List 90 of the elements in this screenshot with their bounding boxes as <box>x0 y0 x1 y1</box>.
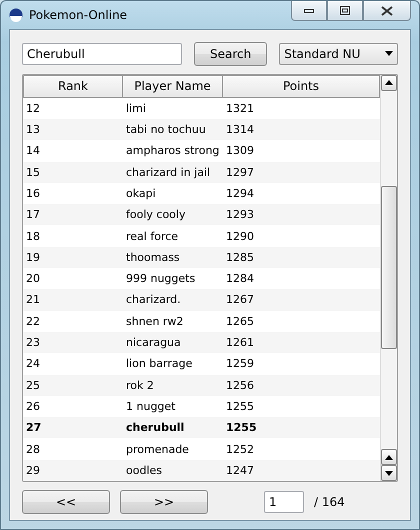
rank-cell-text: 26 <box>25 400 41 413</box>
rank-cell-text: 20 <box>25 272 41 286</box>
table-row[interactable]: 25 rok 2 1256 <box>23 374 380 396</box>
rank-cell-text: 12 <box>25 102 41 115</box>
points-cell-text: 1267 <box>225 293 255 306</box>
rank-cell-text: 25 <box>25 378 41 392</box>
scroll-up-button[interactable] <box>381 449 397 465</box>
points-cell-text: 1294 <box>225 186 255 200</box>
player-name-cell-text: real force <box>125 230 180 243</box>
points-cell-text: 1259 <box>225 357 255 370</box>
rank-cell-text: 21 <box>25 293 41 306</box>
points-cell-text: 1255 <box>225 421 258 434</box>
rank-cell-text: 15 <box>25 166 41 179</box>
player-name-cell-text: fooly cooly <box>125 208 186 222</box>
player-name-cell-text: charizard in jail <box>125 166 212 179</box>
close-button[interactable] <box>363 1 411 21</box>
rank-cell-text: 14 <box>25 144 41 158</box>
minimize-button[interactable] <box>291 1 327 21</box>
player-name-cell-text: rok 2 <box>125 378 155 392</box>
player-name-cell-text: cherubull <box>125 421 186 434</box>
rank-cell-text: 29 <box>25 464 41 477</box>
maximize-icon <box>340 6 350 15</box>
player-name-cell-text: oodles <box>125 464 163 477</box>
close-icon <box>381 6 393 16</box>
column-header[interactable]: Points <box>223 74 380 98</box>
table-row[interactable]: 15 charizard in jail 1297 <box>23 162 380 183</box>
player-name-cell-text: 999 nuggets <box>125 272 196 286</box>
points-cell-text: 1321 <box>225 102 255 115</box>
rank-cell-text: 17 <box>25 208 41 222</box>
rank-cell-text: 28 <box>25 442 41 456</box>
player-name-cell-text: promenade <box>125 442 190 456</box>
player-name-cell-text: okapi <box>125 186 157 200</box>
maximize-button[interactable] <box>327 1 363 21</box>
table-row[interactable]: 27 cherubull 1255 <box>23 417 380 438</box>
player-name-cell-text: thoomass <box>125 250 181 264</box>
scroll-down-button[interactable] <box>381 465 397 481</box>
next-page-button[interactable]: >> <box>120 490 208 514</box>
column-header[interactable]: Rank <box>23 74 123 98</box>
points-cell-text: 1247 <box>225 464 255 477</box>
table-row[interactable]: 19 thoomass 1285 <box>23 246 380 268</box>
points-cell-text: 1314 <box>225 123 255 136</box>
search-button[interactable]: Search <box>194 42 268 66</box>
rank-cell-text: 24 <box>25 357 41 370</box>
player-name-cell-text: 1 nugget <box>125 400 176 413</box>
rank-cell-text: 16 <box>25 186 41 200</box>
points-cell-text: 1252 <box>225 442 255 456</box>
previous-page-button[interactable]: << <box>22 490 110 514</box>
rank-cell-text: 27 <box>25 421 42 434</box>
page-number-field[interactable]: 1 <box>264 491 304 513</box>
up-arrow-icon <box>385 80 393 86</box>
player-name-cell-text: tabi no tochuu <box>125 123 207 136</box>
scroll-up-button[interactable] <box>381 74 397 91</box>
minimize-icon <box>304 8 314 12</box>
points-cell-text: 1284 <box>225 272 255 286</box>
player-name-cell-text: charizard. <box>125 293 182 306</box>
table-row[interactable]: 23 nicaragua 1261 <box>23 332 380 354</box>
points-cell-text: 1309 <box>225 144 255 158</box>
tier-dropdown[interactable]: Standard NU <box>279 42 398 65</box>
rank-cell-text: 22 <box>25 314 41 328</box>
points-cell-text: 1255 <box>225 400 255 413</box>
points-cell-text: 1297 <box>225 166 255 179</box>
points-cell-text: 1285 <box>225 250 255 264</box>
rank-cell-text: 23 <box>25 336 41 350</box>
table-row[interactable]: 29 oodles 1247 <box>23 460 380 481</box>
search-field[interactable]: Cherubull <box>22 42 182 65</box>
rank-cell-text: 19 <box>25 250 41 264</box>
player-name-cell-text: lion barrage <box>125 357 194 370</box>
page-total: / 164 <box>314 495 345 509</box>
table-row[interactable]: 17 fooly cooly 1293 <box>23 204 380 226</box>
pokeball-icon <box>9 8 23 22</box>
points-cell-text: 1293 <box>225 208 255 222</box>
scroll-thumb[interactable] <box>381 186 397 349</box>
rank-cell-text: 13 <box>25 123 41 136</box>
points-cell-text: 1261 <box>225 336 255 350</box>
rank-cell-text: 18 <box>25 230 41 243</box>
table-row[interactable]: 13 tabi no tochuu 1314 <box>23 118 380 140</box>
scrollbar[interactable] <box>380 74 397 481</box>
player-name-cell-text: shnen rw2 <box>125 314 184 328</box>
points-cell-text: 1265 <box>225 314 255 328</box>
points-cell-text: 1256 <box>225 378 255 392</box>
points-cell-text: 1290 <box>225 230 255 243</box>
dropdown-caret-icon <box>385 51 393 56</box>
window-title: Pokemon-Online <box>29 8 128 22</box>
up-arrow-icon <box>385 454 393 460</box>
player-name-cell-text: ampharos strong <box>125 144 220 158</box>
player-name-cell-text: nicaragua <box>125 336 182 350</box>
column-header[interactable]: Player Name <box>123 74 223 98</box>
player-name-cell-text: limi <box>125 102 147 115</box>
down-arrow-icon <box>385 470 393 476</box>
table-row[interactable]: 21 charizard. 1267 <box>23 289 380 311</box>
